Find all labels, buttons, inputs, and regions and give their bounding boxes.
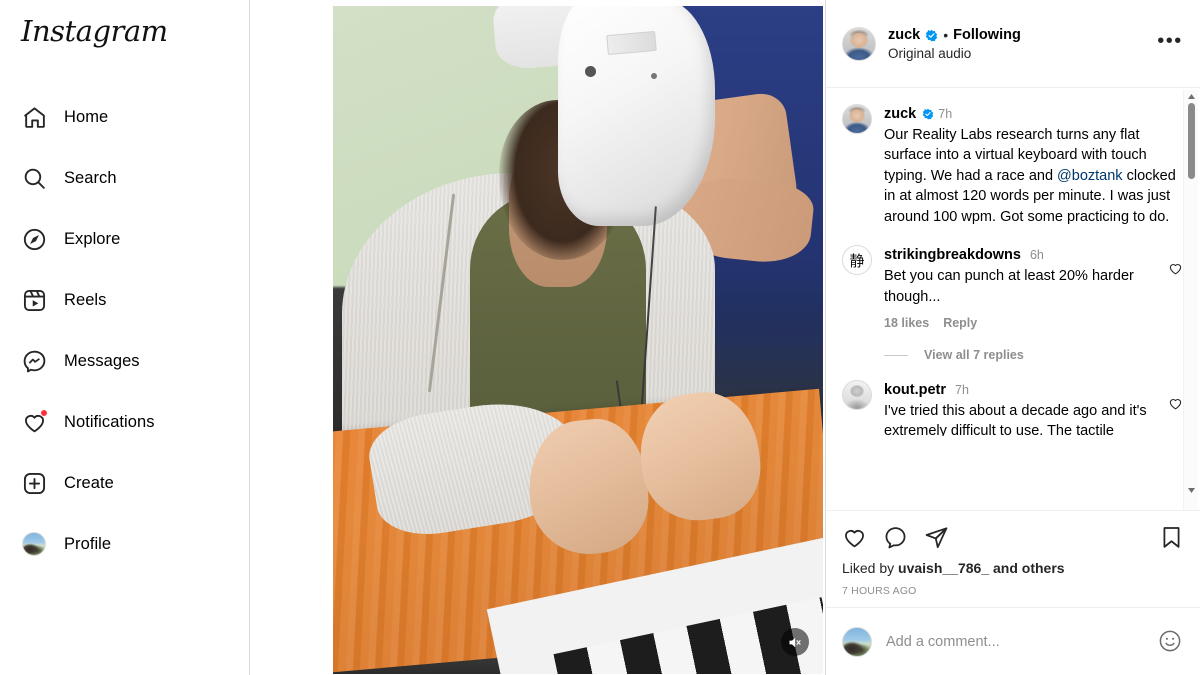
- post-timestamp: 7 HOURS AGO: [842, 585, 917, 597]
- avatar[interactable]: [842, 380, 872, 411]
- view-replies-button[interactable]: View all 7 replies: [924, 348, 1024, 362]
- post-header: zuck • Following Original audio •••: [826, 0, 1200, 88]
- sidebar-item-reels[interactable]: Reels: [12, 277, 237, 324]
- comments-scrollbar[interactable]: [1183, 90, 1199, 511]
- comment-likes-count[interactable]: 18 likes: [884, 316, 929, 330]
- sidebar-item-label: Explore: [64, 229, 121, 248]
- post-media[interactable]: [332, 6, 823, 674]
- verified-badge-icon: [921, 108, 934, 121]
- post-header-text: zuck • Following Original audio: [888, 26, 1144, 62]
- plus-square-icon: [21, 470, 47, 496]
- comment-like-icon[interactable]: [1168, 245, 1184, 330]
- messenger-icon: [21, 348, 47, 374]
- comment-like-icon[interactable]: [1168, 380, 1184, 436]
- sidebar: Instagram Home Search Explore Reels Mess…: [0, 0, 250, 675]
- sidebar-nav-list: Home Search Explore Reels Messages Notif…: [12, 94, 237, 568]
- sidebar-item-notifications[interactable]: Notifications: [12, 399, 237, 446]
- avatar[interactable]: [842, 26, 876, 61]
- sidebar-item-label: Reels: [64, 290, 107, 309]
- add-comment-input[interactable]: [886, 633, 1144, 650]
- triangle-up-icon[interactable]: [1184, 90, 1199, 103]
- comment-button[interactable]: [883, 525, 908, 550]
- like-button[interactable]: [842, 525, 867, 550]
- sidebar-item-label: Messages: [64, 351, 140, 370]
- comment-item: kout.petr 7h I've tried this about a deca…: [842, 380, 1184, 436]
- sidebar-item-label: Profile: [64, 534, 112, 553]
- liked-by-text: Liked by uvaish__786_ and others: [842, 559, 1184, 579]
- post-actions-bar: Liked by uvaish__786_ and others 7 HOURS…: [826, 510, 1200, 607]
- post-video-frame: [332, 6, 823, 674]
- instagram-app: Instagram Home Search Explore Reels Mess…: [0, 0, 1200, 675]
- sidebar-item-profile[interactable]: Profile: [12, 521, 237, 568]
- avatar[interactable]: [842, 104, 872, 134]
- reels-icon: [21, 287, 47, 313]
- comment-timestamp: 6h: [1029, 248, 1044, 263]
- caption-username[interactable]: zuck: [884, 106, 916, 122]
- sidebar-item-create[interactable]: Create: [12, 460, 237, 507]
- smiley-icon[interactable]: [1158, 629, 1184, 655]
- speaker-muted-icon[interactable]: [780, 628, 809, 656]
- caption-mention-link[interactable]: @boztank: [1057, 168, 1123, 184]
- comment-item: 静 strikingbreakdowns 6h Bet you can punch…: [842, 245, 1184, 330]
- sidebar-item-explore[interactable]: Explore: [12, 216, 237, 263]
- liked-by-prefix: Liked by: [842, 560, 899, 577]
- post-author-username[interactable]: zuck: [888, 26, 920, 45]
- post-options-button[interactable]: •••: [1156, 30, 1184, 58]
- instagram-logo[interactable]: Instagram: [12, 0, 237, 48]
- avatar[interactable]: 静: [842, 245, 872, 276]
- header-separator: •: [943, 26, 949, 43]
- post-media-column: [250, 0, 825, 675]
- photo-headset-label: [606, 30, 657, 55]
- caption-timestamp: 7h: [938, 107, 953, 121]
- sidebar-item-label: Notifications: [64, 412, 155, 431]
- scrollbar-thumb[interactable]: [1188, 103, 1195, 179]
- search-icon: [21, 165, 47, 191]
- comment-username[interactable]: strikingbreakdowns: [884, 247, 1021, 263]
- add-comment-bar: [826, 607, 1200, 675]
- post-caption: zuck 7h Our Reality Labs research turns a…: [842, 104, 1184, 227]
- comment-username[interactable]: kout.petr: [884, 382, 946, 398]
- avatar: [22, 532, 46, 557]
- compass-icon: [21, 226, 47, 252]
- comment-text: I've tried this about a decade ago and i…: [884, 402, 1147, 437]
- divider-dash: [884, 354, 908, 356]
- comment-reply-button[interactable]: Reply: [943, 316, 977, 330]
- verified-badge-icon: [925, 29, 938, 42]
- home-icon: [21, 104, 47, 130]
- triangle-down-icon[interactable]: [1184, 484, 1199, 497]
- liked-by-suffix[interactable]: and others: [989, 560, 1065, 576]
- view-replies-row[interactable]: View all 7 replies: [884, 348, 1184, 362]
- sidebar-item-label: Home: [64, 107, 109, 126]
- heart-icon: [21, 409, 48, 435]
- comment-timestamp: 7h: [955, 383, 969, 398]
- save-button[interactable]: [1159, 525, 1184, 550]
- sidebar-item-search[interactable]: Search: [12, 155, 237, 202]
- photo-headset-sensor-2: [651, 72, 657, 79]
- sidebar-item-home[interactable]: Home: [12, 94, 237, 141]
- liked-by-username[interactable]: uvaish__786_: [898, 560, 989, 576]
- share-button[interactable]: [924, 525, 949, 550]
- post-sidebar-panel: zuck • Following Original audio ••• zuck…: [825, 0, 1200, 675]
- original-audio-label[interactable]: Original audio: [888, 46, 1144, 61]
- sidebar-item-messages[interactable]: Messages: [12, 338, 237, 385]
- comments-scroll-area[interactable]: zuck 7h Our Reality Labs research turns a…: [826, 88, 1200, 511]
- avatar[interactable]: [842, 626, 872, 657]
- following-button[interactable]: Following: [953, 26, 1021, 45]
- sidebar-item-label: Search: [64, 168, 117, 187]
- photo-headset-sensor: [584, 66, 596, 77]
- notification-badge-dot: [40, 409, 48, 418]
- comment-text: Bet you can punch at least 20% harder th…: [884, 268, 1134, 305]
- avatar-icon: [21, 531, 47, 557]
- sidebar-item-label: Create: [64, 473, 114, 492]
